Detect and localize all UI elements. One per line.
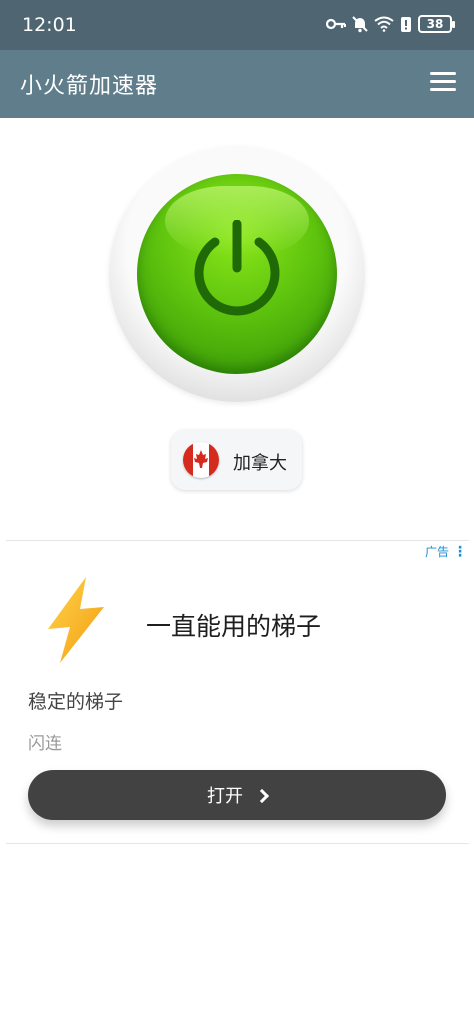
- wifi-icon: [374, 16, 394, 32]
- country-name: 加拿大: [233, 453, 287, 474]
- country-selector[interactable]: 加拿大: [171, 430, 302, 490]
- status-bar: 12:01 38: [0, 0, 474, 50]
- power-icon: [194, 220, 280, 316]
- ad-brand: 闪连: [28, 734, 62, 754]
- status-time: 12:01: [22, 14, 77, 36]
- app-bar: 小火箭加速器: [0, 50, 474, 118]
- ad-title: 一直能用的梯子: [146, 612, 322, 641]
- status-icons: 38: [326, 15, 455, 33]
- battery-indicator: 38: [418, 15, 455, 33]
- ad-label[interactable]: 广告 ⋮: [425, 543, 467, 560]
- ad-label-text: 广告: [424, 545, 449, 559]
- ad-open-label: 打开: [207, 786, 243, 807]
- battery-alert-icon: [401, 17, 411, 32]
- more-options-icon[interactable]: ⋮: [453, 544, 467, 560]
- battery-level: 38: [426, 17, 444, 31]
- ad-open-button[interactable]: 打开: [28, 770, 446, 820]
- key-icon: [326, 18, 346, 30]
- lightning-bolt-icon: [48, 577, 104, 663]
- canada-flag-icon: [183, 442, 219, 478]
- chevron-right-icon: [254, 788, 270, 803]
- power-button[interactable]: [137, 174, 337, 374]
- app-title: 小火箭加速器: [20, 74, 159, 99]
- ad-card[interactable]: 广告 ⋮ 一直能用的梯子 稳定的梯子 闪连 打开: [6, 540, 469, 844]
- ad-description: 稳定的梯子: [28, 691, 124, 713]
- bell-off-icon: [352, 16, 368, 33]
- hamburger-menu-icon[interactable]: [430, 72, 456, 94]
